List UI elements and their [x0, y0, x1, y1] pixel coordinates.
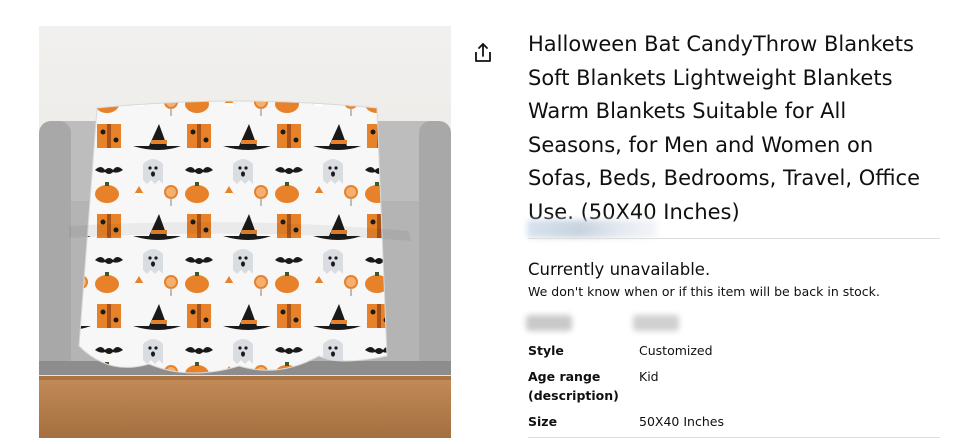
spec-size-value: 50X40 Inches [639, 414, 724, 429]
divider [528, 238, 940, 239]
blanket-on-sofa-photo [39, 26, 451, 438]
spec-style-value: Customized [639, 343, 713, 358]
product-title: Halloween Bat CandyThrow Blankets Soft B… [528, 32, 921, 224]
spec-size-label: Size [528, 414, 558, 429]
availability-detail: We don't know when or if this item will … [528, 284, 880, 299]
spec-age-range-label: Age range (description) [528, 369, 619, 403]
availability-status: Currently unavailable. [528, 260, 711, 279]
blurred-option-value [633, 315, 679, 331]
share-button[interactable] [471, 41, 495, 65]
share-icon [475, 43, 491, 62]
blurred-rating [527, 220, 657, 238]
product-image[interactable] [39, 26, 451, 438]
blurred-option-label [526, 315, 572, 331]
divider [528, 437, 940, 438]
spec-style-label: Style [528, 343, 564, 358]
spec-age-range-value: Kid [639, 369, 659, 384]
